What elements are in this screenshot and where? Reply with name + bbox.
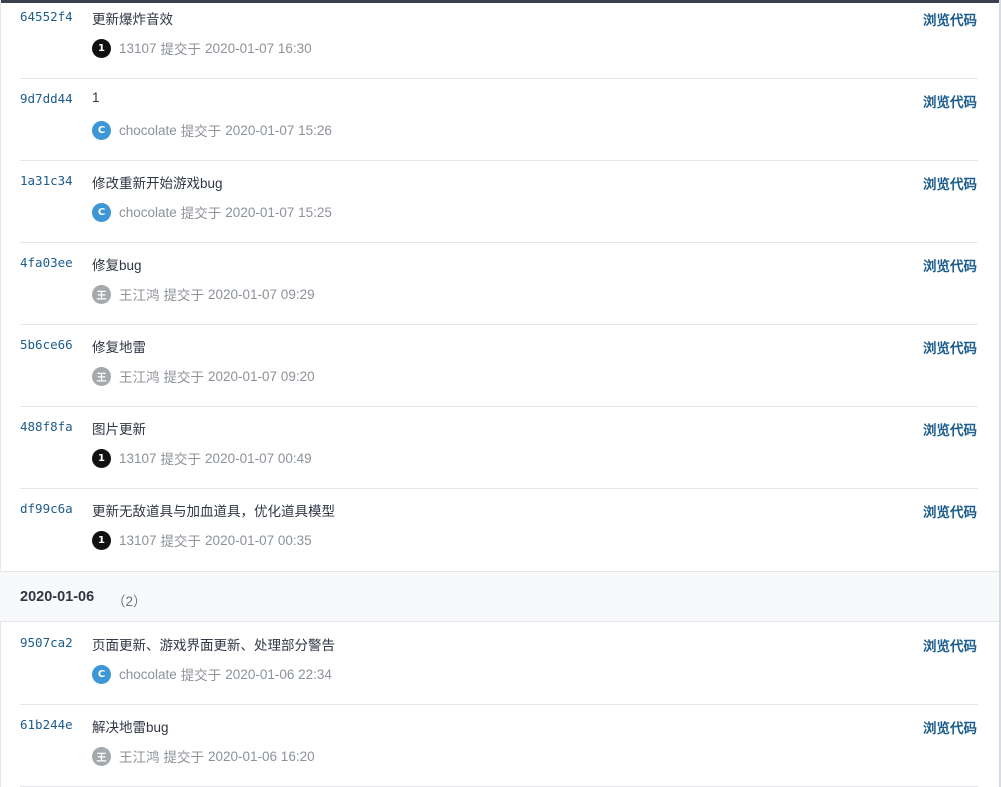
date-group-header: 2020-01-06 （2）: [0, 571, 999, 622]
browse-code-link[interactable]: 浏览代码: [923, 255, 977, 275]
commit-author[interactable]: 王江鸿: [119, 284, 160, 304]
commit-meta: 王王江鸿 提交于 2020-01-06 16:20: [92, 746, 315, 766]
commit-author[interactable]: 王江鸿: [119, 746, 160, 766]
browse-code-link[interactable]: 浏览代码: [923, 173, 977, 193]
commit-author[interactable]: 13107: [119, 41, 157, 56]
commit-time: 2020-01-07 09:20: [208, 368, 315, 384]
browse-code-link[interactable]: 浏览代码: [923, 91, 977, 111]
commit-meta: 1 13107 提交于 2020-01-07 00:49: [92, 448, 312, 468]
commit-meta: Cchocolate 提交于 2020-01-06 22:34: [92, 664, 332, 684]
commit-time: 2020-01-07 16:30: [205, 40, 312, 56]
commit-meta: Cchocolate 提交于 2020-01-07 15:25: [92, 202, 332, 222]
author-avatar[interactable]: C: [92, 664, 111, 684]
commit-sha-link[interactable]: 4fa03ee: [20, 255, 73, 270]
commit-message[interactable]: 修复地雷: [92, 336, 146, 356]
commit-verb: 提交于: [160, 42, 202, 57]
commit-message[interactable]: 更新无敌道具与加血道具，优化道具模型: [92, 500, 335, 520]
commit-message[interactable]: 页面更新、游戏界面更新、处理部分警告: [92, 634, 335, 654]
commit-verb: 提交于: [180, 668, 222, 683]
commit-row: 1a31c34 修改重新开始游戏bug Cchocolate 提交于 2020-01-0…: [0, 161, 999, 243]
author-avatar[interactable]: 王: [92, 284, 111, 304]
commit-verb: 提交于: [180, 206, 222, 221]
commit-author[interactable]: 13107: [119, 451, 157, 466]
commit-sha-link[interactable]: 1a31c34: [20, 173, 73, 188]
commit-time: 2020-01-07 00:49: [205, 450, 312, 466]
commit-time: 2020-01-07 00:35: [205, 532, 312, 548]
commit-time: 2020-01-07 15:26: [225, 122, 332, 138]
browse-code-link[interactable]: 浏览代码: [923, 635, 977, 655]
browse-code-link[interactable]: 浏览代码: [923, 717, 977, 737]
commit-sha-link[interactable]: 64552f4: [20, 9, 73, 24]
browse-code-link[interactable]: 浏览代码: [923, 9, 977, 29]
browse-code-link[interactable]: 浏览代码: [923, 419, 977, 439]
commit-meta: 1 13107 提交于 2020-01-07 00:35: [92, 530, 312, 550]
commit-verb: 提交于: [160, 534, 202, 549]
commit-row: df99c6a 更新无敌道具与加血道具，优化道具模型 1 13107 提交于 2020-0…: [0, 489, 999, 571]
commit-row: 61b244e 解决地雷bug 王王江鸿 提交于 2020-01-06 16:20 浏览代…: [0, 705, 999, 787]
browse-code-link[interactable]: 浏览代码: [923, 501, 977, 521]
commit-meta: 王王江鸿 提交于 2020-01-07 09:29: [92, 284, 315, 304]
commit-author[interactable]: 王江鸿: [119, 366, 160, 386]
author-avatar[interactable]: C: [92, 120, 111, 140]
commit-sha-link[interactable]: 488f8fa: [20, 419, 73, 434]
commit-sha-link[interactable]: 61b244e: [20, 717, 73, 732]
author-avatar[interactable]: 1: [92, 448, 111, 468]
commit-time: 2020-01-07 15:25: [225, 204, 332, 220]
group-commit-count: （2）: [112, 594, 147, 609]
commit-verb: 提交于: [180, 124, 222, 139]
commit-sha-link[interactable]: 9507ca2: [20, 635, 73, 650]
commit-verb: 提交于: [163, 750, 205, 765]
commit-row: 488f8fa 图片更新 1 13107 提交于 2020-01-07 00:49 浏览代码: [0, 407, 999, 489]
commit-meta: Cchocolate 提交于 2020-01-07 15:26: [92, 120, 332, 140]
commit-time: 2020-01-07 09:29: [208, 286, 315, 302]
commit-meta: 1 13107 提交于 2020-01-07 16:30: [92, 38, 312, 58]
commit-sha-link[interactable]: 9d7dd44: [20, 91, 73, 106]
commit-message[interactable]: 更新爆炸音效: [92, 8, 173, 28]
commit-verb: 提交于: [160, 452, 202, 467]
commit-row: 9507ca2 页面更新、游戏界面更新、处理部分警告 Cchocolate 提交于 20…: [0, 623, 999, 705]
commit-author[interactable]: chocolate: [119, 667, 177, 682]
browse-code-link[interactable]: 浏览代码: [923, 337, 977, 357]
commit-time: 2020-01-06 22:34: [225, 666, 332, 682]
commit-time: 2020-01-06 16:20: [208, 748, 315, 764]
commit-meta: 王王江鸿 提交于 2020-01-07 09:20: [92, 366, 315, 386]
author-avatar[interactable]: 王: [92, 746, 111, 766]
commit-author[interactable]: chocolate: [119, 123, 177, 138]
commit-message[interactable]: 修复bug: [92, 254, 142, 274]
commit-row: 5b6ce66 修复地雷王王江鸿 提交于 2020-01-07 09:20 浏览代码: [0, 325, 999, 407]
commit-message[interactable]: 1: [92, 90, 100, 105]
commit-message[interactable]: 解决地雷bug: [92, 716, 169, 736]
author-avatar[interactable]: 王: [92, 366, 111, 386]
commit-sha-link[interactable]: df99c6a: [20, 501, 73, 516]
commit-author[interactable]: chocolate: [119, 205, 177, 220]
commit-verb: 提交于: [163, 288, 205, 303]
commit-author[interactable]: 13107: [119, 533, 157, 548]
commit-row: 64552f4 更新爆炸音效 1 13107 提交于 2020-01-07 16:30 浏览…: [0, 0, 999, 79]
group-date: 2020-01-06: [20, 589, 95, 605]
commit-row: 9d7dd44 1 Cchocolate 提交于 2020-01-07 15:26 浏览代…: [0, 79, 999, 161]
commit-sha-link[interactable]: 5b6ce66: [20, 337, 73, 352]
commit-message[interactable]: 修改重新开始游戏bug: [92, 172, 223, 192]
commit-message[interactable]: 图片更新: [92, 418, 146, 438]
author-avatar[interactable]: 1: [92, 38, 111, 58]
commit-row: 4fa03ee 修复bug 王王江鸿 提交于 2020-01-07 09:29 浏览代码: [0, 243, 999, 325]
author-avatar[interactable]: C: [92, 202, 111, 222]
commit-verb: 提交于: [163, 370, 205, 385]
author-avatar[interactable]: 1: [92, 530, 111, 550]
